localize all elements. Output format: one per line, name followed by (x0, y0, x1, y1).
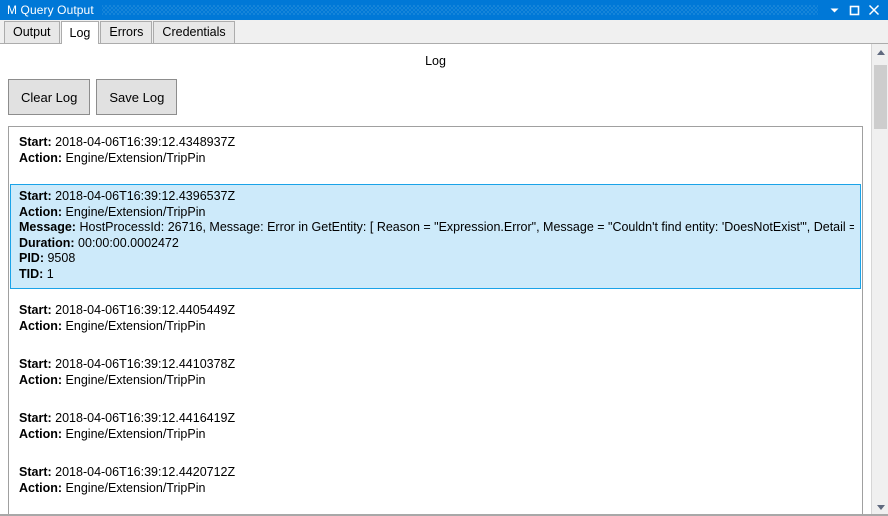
log-start-line: Start: 2018-04-06T16:39:12.4416419Z (19, 411, 854, 427)
close-icon[interactable] (864, 0, 884, 20)
log-pid-value: 9508 (47, 251, 76, 265)
log-start-value: 2018-04-06T16:39:12.4405449Z (55, 303, 236, 317)
log-action-line: Action: Engine/Extension/TripPin (19, 427, 854, 443)
log-start-value: 2018-04-06T16:39:12.4420712Z (55, 465, 236, 479)
log-entry[interactable]: Start: 2018-04-06T16:39:12.4348937Z Acti… (10, 130, 861, 173)
log-action-label: Action: (19, 318, 63, 333)
log-start-value: 2018-04-06T16:39:12.4416419Z (55, 411, 236, 425)
log-start-line: Start: 2018-04-06T16:39:12.4348937Z (19, 135, 854, 151)
log-entry-spacer (9, 291, 862, 298)
m-query-output-window: M Query Output Output Log Errors Credent… (0, 0, 888, 516)
log-start-value: 2018-04-06T16:39:12.4348937Z (55, 135, 236, 149)
log-action-value: Engine/Extension/TripPin (65, 150, 206, 165)
log-action-line: Action: Engine/Extension/TripPin (19, 481, 854, 497)
scroll-up-icon[interactable] (872, 44, 888, 61)
log-pid-line: PID: 9508 (19, 251, 854, 267)
log-action-label: Action: (19, 426, 63, 441)
log-start-label: Start: (19, 411, 52, 425)
log-duration-label: Duration: (19, 235, 75, 250)
log-entry[interactable]: Start: 2018-04-06T16:39:12.4405449Z Acti… (10, 298, 861, 341)
title-bar: M Query Output (0, 0, 888, 20)
log-start-label: Start: (19, 189, 52, 203)
log-tid-label: TID: (19, 266, 44, 281)
log-start-line: Start: 2018-04-06T16:39:12.4410378Z (19, 357, 854, 373)
maximize-icon[interactable] (844, 0, 864, 20)
log-start-line: Start: 2018-04-06T16:39:12.4405449Z (19, 303, 854, 319)
log-start-value: 2018-04-06T16:39:12.4410378Z (55, 357, 236, 371)
scrollbar-thumb[interactable] (874, 65, 887, 129)
log-start-value: 2018-04-06T16:39:12.4396537Z (55, 189, 236, 203)
log-action-label: Action: (19, 150, 63, 165)
log-toolbar: Clear Log Save Log (0, 70, 871, 115)
window-title: M Query Output (7, 3, 94, 17)
log-start-line: Start: 2018-04-06T16:39:12.4420712Z (19, 465, 854, 481)
log-entry[interactable]: Start: 2018-04-06T16:39:12.4416419Z Acti… (10, 406, 861, 449)
log-entry-spacer (9, 451, 862, 460)
log-action-value: Engine/Extension/TripPin (65, 204, 206, 219)
log-panel-main: Log Clear Log Save Log Start: 2018-04-06… (0, 44, 871, 516)
log-message-value: HostProcessId: 26716, Message: Error in … (79, 220, 854, 234)
log-start-label: Start: (19, 357, 52, 371)
log-list[interactable]: Start: 2018-04-06T16:39:12.4348937Z Acti… (8, 126, 863, 516)
log-action-line: Action: Engine/Extension/TripPin (19, 151, 854, 167)
log-tid-line: TID: 1 (19, 267, 854, 283)
log-entry-spacer (9, 175, 862, 184)
log-action-value: Engine/Extension/TripPin (65, 372, 206, 387)
log-action-line: Action: Engine/Extension/TripPin (19, 319, 854, 335)
log-action-value: Engine/Extension/TripPin (65, 426, 206, 441)
tab-credentials[interactable]: Credentials (153, 21, 235, 43)
log-entry[interactable]: Start: 2018-04-06T16:39:12.4420712Z Acti… (10, 460, 861, 503)
log-action-line: Action: Engine/Extension/TripPin (19, 205, 854, 221)
log-action-label: Action: (19, 372, 63, 387)
log-duration-line: Duration: 00:00:00.0002472 (19, 236, 854, 252)
tab-strip: Output Log Errors Credentials (0, 20, 888, 44)
log-entry-spacer (9, 505, 862, 514)
chevron-down-icon[interactable] (824, 0, 844, 20)
log-entry[interactable]: Start: 2018-04-06T16:39:12.4410378Z Acti… (10, 352, 861, 395)
log-action-line: Action: Engine/Extension/TripPin (19, 373, 854, 389)
clear-log-button[interactable]: Clear Log (8, 79, 91, 115)
tab-log[interactable]: Log (60, 21, 100, 44)
log-entry-selected[interactable]: Start: 2018-04-06T16:39:12.4396537Z Acti… (10, 184, 861, 289)
scrollbar-track[interactable] (872, 61, 888, 499)
tab-errors[interactable]: Errors (100, 21, 153, 43)
tab-output[interactable]: Output (4, 21, 60, 43)
save-log-button[interactable]: Save Log (96, 79, 178, 115)
page-title: Log (425, 54, 446, 68)
log-start-label: Start: (19, 135, 52, 149)
drag-grip[interactable] (101, 5, 818, 15)
log-start-label: Start: (19, 303, 52, 317)
log-action-value: Engine/Extension/TripPin (65, 480, 206, 495)
log-entry-spacer (9, 397, 862, 406)
log-message-label: Message: (19, 220, 76, 234)
log-message-line: Message: HostProcessId: 26716, Message: … (19, 220, 854, 236)
log-start-line: Start: 2018-04-06T16:39:12.4396537Z (19, 189, 854, 205)
log-tid-value: 1 (46, 266, 54, 281)
log-pid-label: PID: (19, 251, 44, 265)
log-entry-spacer (9, 343, 862, 352)
log-action-label: Action: (19, 204, 63, 219)
log-duration-value: 00:00:00.0002472 (78, 235, 179, 250)
log-action-label: Action: (19, 480, 63, 495)
log-panel: Log Clear Log Save Log Start: 2018-04-06… (0, 44, 888, 516)
vertical-scrollbar[interactable] (871, 44, 888, 516)
log-action-value: Engine/Extension/TripPin (65, 318, 206, 333)
window-controls (824, 0, 888, 20)
log-start-label: Start: (19, 465, 52, 479)
